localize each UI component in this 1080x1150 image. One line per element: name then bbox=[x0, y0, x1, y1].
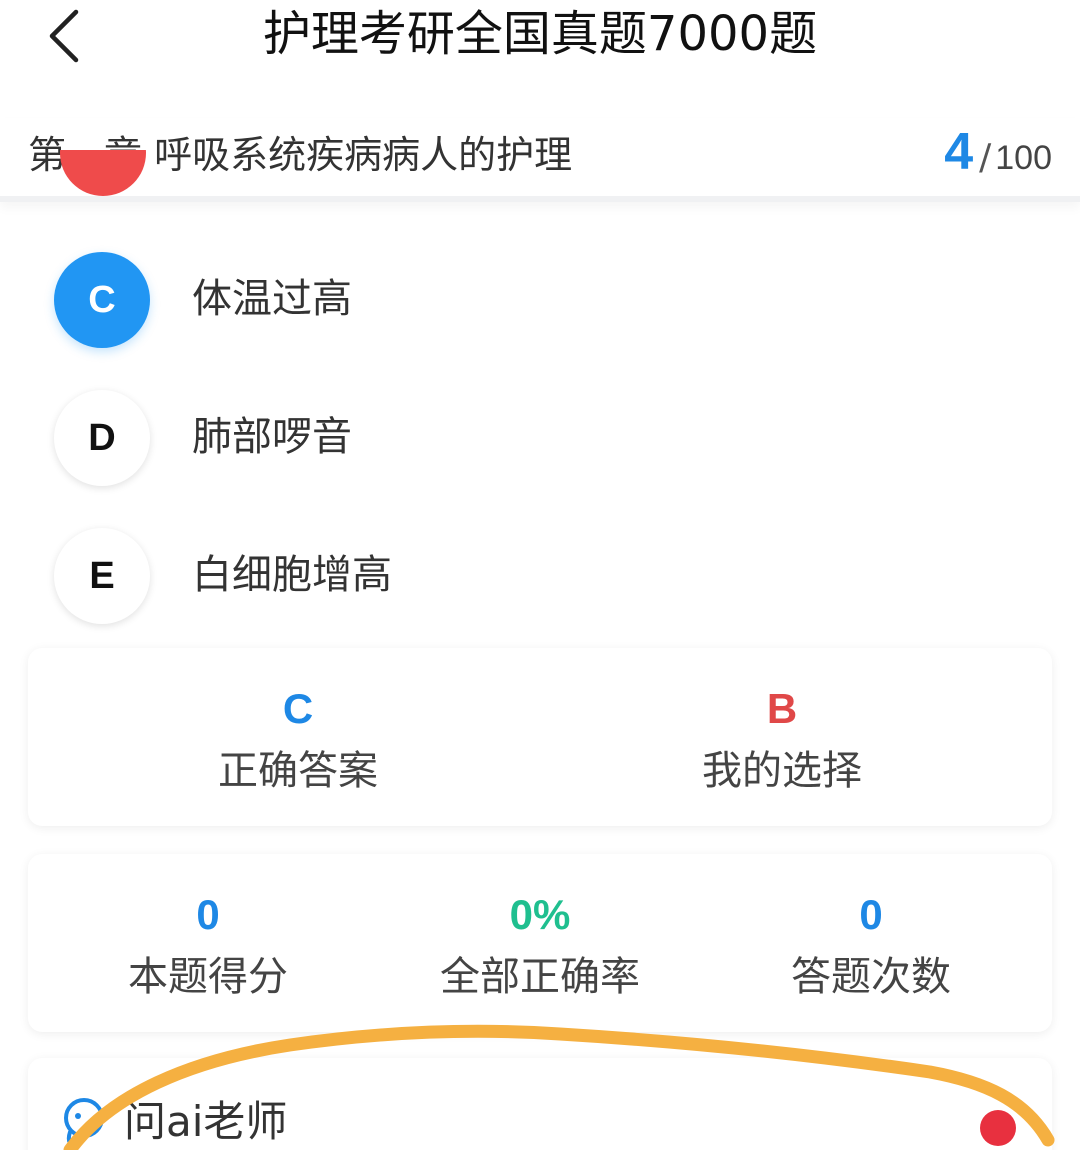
option-text: 体温过高 bbox=[192, 276, 352, 322]
option-text: 肺部啰音 bbox=[192, 414, 352, 460]
accuracy-value: 0% bbox=[509, 891, 571, 938]
option-c[interactable]: C 体温过高 bbox=[0, 244, 1080, 354]
top-bar: 护理考研全国真题7000题 bbox=[0, 0, 1080, 110]
score-cell: 0 本题得分 bbox=[28, 854, 388, 1032]
option-letter: D bbox=[54, 390, 150, 486]
accuracy-cell: 0% 全部正确率 bbox=[368, 854, 712, 1032]
question-progress[interactable]: 4/100 bbox=[944, 122, 1052, 182]
correct-answer-label: 正确答案 bbox=[218, 748, 378, 794]
option-b-wrong-circle bbox=[60, 150, 146, 196]
stats-card: 0 本题得分 0% 全部正确率 0 答题次数 bbox=[28, 854, 1052, 1032]
my-choice-value: B bbox=[766, 685, 798, 732]
progress-total: 100 bbox=[995, 139, 1052, 177]
score-value: 0 bbox=[196, 891, 220, 938]
ask-ai-label: 问ai老师 bbox=[124, 1097, 288, 1146]
option-b-partial[interactable] bbox=[60, 150, 146, 206]
my-choice-label: 我的选择 bbox=[702, 748, 862, 794]
accuracy-label: 全部正确率 bbox=[440, 954, 640, 1000]
question-page: 护理考研全国真题7000题 第一章 呼吸系统疾病病人的护理 4/100 C 体温… bbox=[0, 0, 1080, 1150]
my-choice-cell: B 我的选择 bbox=[540, 648, 1024, 826]
attempts-value: 0 bbox=[859, 891, 883, 938]
ask-ai-teacher-row[interactable]: 问ai老师 bbox=[28, 1058, 1052, 1150]
score-label: 本题得分 bbox=[128, 954, 288, 1000]
ai-teacher-icon bbox=[64, 1098, 104, 1150]
notification-dot bbox=[980, 1110, 1016, 1146]
correct-answer-value: C bbox=[282, 685, 314, 732]
option-letter: C bbox=[54, 252, 150, 348]
attempts-label: 答题次数 bbox=[791, 954, 951, 1000]
option-d[interactable]: D 肺部啰音 bbox=[0, 382, 1080, 492]
progress-separator: / bbox=[979, 137, 992, 178]
option-e[interactable]: E 白细胞增高 bbox=[0, 520, 1080, 630]
correct-answer-cell: C 正确答案 bbox=[28, 648, 568, 826]
option-letter: E bbox=[54, 528, 150, 624]
chapter-bar: 第一章 呼吸系统疾病病人的护理 4/100 bbox=[0, 118, 1080, 202]
progress-current: 4 bbox=[944, 123, 974, 181]
option-text: 白细胞增高 bbox=[192, 552, 392, 598]
page-title: 护理考研全国真题7000题 bbox=[262, 6, 818, 62]
attempts-cell: 0 答题次数 bbox=[700, 854, 1042, 1032]
answer-card: C 正确答案 B 我的选择 bbox=[28, 648, 1052, 826]
